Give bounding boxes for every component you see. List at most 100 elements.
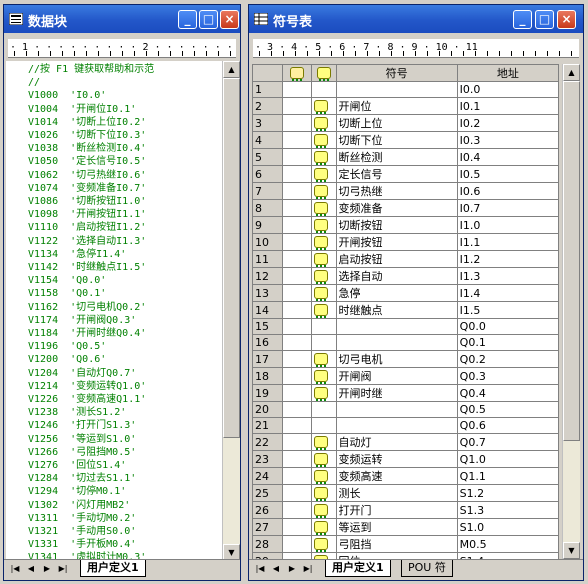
row-comment-cell[interactable] bbox=[310, 367, 337, 385]
address-cell[interactable]: I0.3 bbox=[456, 131, 559, 149]
row-comment-cell[interactable] bbox=[310, 250, 337, 268]
table-row[interactable]: 22 自动灯 Q0.7 bbox=[252, 433, 559, 451]
row-comment-cell[interactable] bbox=[310, 131, 337, 149]
table-row[interactable]: 23 变频运转 Q1.0 bbox=[252, 450, 559, 468]
row-state-cell[interactable] bbox=[282, 148, 312, 166]
row-state-cell[interactable] bbox=[282, 401, 312, 418]
row-state-cell[interactable] bbox=[282, 216, 312, 234]
header-comment-col[interactable] bbox=[310, 64, 337, 82]
symbol-cell[interactable]: 开闸位 bbox=[335, 97, 458, 115]
row-comment-cell[interactable] bbox=[310, 384, 337, 402]
last-tab-button[interactable]: ▶| bbox=[301, 562, 315, 575]
row-state-cell[interactable] bbox=[282, 484, 312, 502]
address-cell[interactable]: I1.4 bbox=[456, 284, 559, 302]
maximize-button[interactable]: □ bbox=[535, 10, 554, 29]
row-state-cell[interactable] bbox=[282, 97, 312, 115]
table-row[interactable]: 13 急停 I1.4 bbox=[252, 284, 559, 302]
address-cell[interactable]: I0.6 bbox=[456, 182, 559, 200]
table-row[interactable]: 14 时继触点 I1.5 bbox=[252, 301, 559, 319]
next-tab-button[interactable]: ▶ bbox=[40, 562, 54, 575]
address-cell[interactable]: I1.0 bbox=[456, 216, 559, 234]
tab-pou-symbols[interactable]: POU 符 bbox=[401, 560, 453, 577]
address-cell[interactable]: I1.5 bbox=[456, 301, 559, 319]
scroll-thumb[interactable] bbox=[563, 81, 580, 441]
table-row[interactable]: 4 切断下位 I0.3 bbox=[252, 131, 559, 149]
first-tab-button[interactable]: |◀ bbox=[253, 562, 267, 575]
row-comment-cell[interactable] bbox=[310, 417, 337, 434]
row-comment-cell[interactable] bbox=[310, 433, 337, 451]
symbol-cell[interactable]: 弓阻挡 bbox=[335, 535, 458, 553]
close-button[interactable]: × bbox=[220, 10, 239, 29]
row-state-cell[interactable] bbox=[282, 518, 312, 536]
table-row[interactable]: 2 开闸位 I0.1 bbox=[252, 97, 559, 115]
address-cell[interactable]: Q0.1 bbox=[456, 334, 559, 351]
row-state-cell[interactable] bbox=[282, 284, 312, 302]
table-row[interactable]: 6 定长信号 I0.5 bbox=[252, 165, 559, 183]
row-comment-cell[interactable] bbox=[310, 334, 337, 351]
table-row[interactable]: 9 切断按钮 I1.0 bbox=[252, 216, 559, 234]
table-row[interactable]: 24 变频高速 Q1.1 bbox=[252, 467, 559, 485]
row-state-cell[interactable] bbox=[282, 433, 312, 451]
row-state-cell[interactable] bbox=[282, 131, 312, 149]
row-comment-cell[interactable] bbox=[310, 148, 337, 166]
vertical-scrollbar[interactable]: ▲ ▼ bbox=[562, 64, 580, 559]
symbol-cell[interactable]: 选择自动 bbox=[335, 267, 458, 285]
row-comment-cell[interactable] bbox=[310, 81, 337, 98]
address-cell[interactable]: Q1.0 bbox=[456, 450, 559, 468]
symbol-cell[interactable]: 等运到 bbox=[335, 518, 458, 536]
address-cell[interactable]: Q0.0 bbox=[456, 318, 559, 335]
symbol-cell[interactable]: 启动按钮 bbox=[335, 250, 458, 268]
row-comment-cell[interactable] bbox=[310, 97, 337, 115]
row-comment-cell[interactable] bbox=[310, 301, 337, 319]
first-tab-button[interactable]: |◀ bbox=[8, 562, 22, 575]
address-cell[interactable]: I0.7 bbox=[456, 199, 559, 217]
address-cell[interactable]: S1.3 bbox=[456, 501, 559, 519]
address-cell[interactable]: I0.1 bbox=[456, 97, 559, 115]
row-state-cell[interactable] bbox=[282, 334, 312, 351]
symbol-cell[interactable]: 断丝检测 bbox=[335, 148, 458, 166]
table-row[interactable]: 15 Q0.0 bbox=[252, 318, 559, 335]
table-row[interactable]: 26 打开门 S1.3 bbox=[252, 501, 559, 519]
symbol-cell[interactable]: 切弓电机 bbox=[335, 350, 458, 368]
symbol-cell[interactable]: 时继触点 bbox=[335, 301, 458, 319]
minimize-button[interactable]: _ bbox=[513, 10, 532, 29]
row-state-cell[interactable] bbox=[282, 182, 312, 200]
address-cell[interactable]: Q0.6 bbox=[456, 417, 559, 434]
address-cell[interactable]: S1.2 bbox=[456, 484, 559, 502]
row-comment-cell[interactable] bbox=[310, 535, 337, 553]
address-cell[interactable]: I1.3 bbox=[456, 267, 559, 285]
table-row[interactable]: 1 I0.0 bbox=[252, 81, 559, 98]
row-state-cell[interactable] bbox=[282, 199, 312, 217]
table-row[interactable]: 3 切断上位 I0.2 bbox=[252, 114, 559, 132]
address-cell[interactable]: I1.2 bbox=[456, 250, 559, 268]
row-comment-cell[interactable] bbox=[310, 199, 337, 217]
close-button[interactable]: × bbox=[557, 10, 576, 29]
table-row[interactable]: 7 切弓热继 I0.6 bbox=[252, 182, 559, 200]
tab-user-defined-1[interactable]: 用户定义1 bbox=[80, 560, 146, 577]
table-row[interactable]: 19 开闸时继 Q0.4 bbox=[252, 384, 559, 402]
row-state-cell[interactable] bbox=[282, 467, 312, 485]
row-comment-cell[interactable] bbox=[310, 401, 337, 418]
address-cell[interactable]: Q0.7 bbox=[456, 433, 559, 451]
symbol-cell[interactable] bbox=[335, 334, 458, 351]
symbol-cell[interactable]: 打开门 bbox=[335, 501, 458, 519]
address-cell[interactable]: S1.0 bbox=[456, 518, 559, 536]
row-state-cell[interactable] bbox=[282, 535, 312, 553]
table-row[interactable]: 28 弓阻挡 M0.5 bbox=[252, 535, 559, 553]
header-symbol[interactable]: 符号 bbox=[335, 64, 458, 82]
maximize-button[interactable]: □ bbox=[199, 10, 218, 29]
minimize-button[interactable]: _ bbox=[178, 10, 197, 29]
table-row[interactable]: 5 断丝检测 I0.4 bbox=[252, 148, 559, 166]
row-state-cell[interactable] bbox=[282, 81, 312, 98]
row-comment-cell[interactable] bbox=[310, 216, 337, 234]
address-cell[interactable]: I1.1 bbox=[456, 233, 559, 251]
scroll-down-button[interactable]: ▼ bbox=[563, 542, 580, 559]
scroll-up-button[interactable]: ▲ bbox=[223, 61, 240, 78]
symbol-cell[interactable]: 变频高速 bbox=[335, 467, 458, 485]
row-state-cell[interactable] bbox=[282, 165, 312, 183]
address-cell[interactable]: I0.0 bbox=[456, 81, 559, 98]
row-comment-cell[interactable] bbox=[310, 518, 337, 536]
symbol-cell[interactable]: 定长信号 bbox=[335, 165, 458, 183]
row-comment-cell[interactable] bbox=[310, 267, 337, 285]
address-cell[interactable]: Q0.4 bbox=[456, 384, 559, 402]
